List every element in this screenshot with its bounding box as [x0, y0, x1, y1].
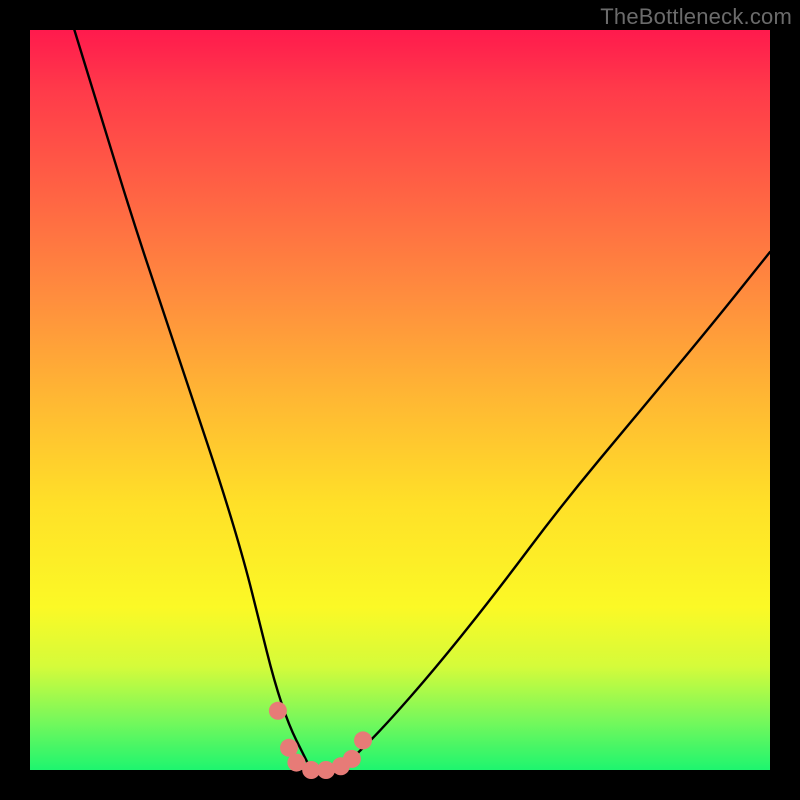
trough-marker [343, 750, 361, 768]
trough-marker [354, 731, 372, 749]
plot-area [30, 30, 770, 770]
curve-svg [30, 30, 770, 770]
trough-marker-group [269, 702, 372, 779]
bottleneck-curve-path [74, 30, 770, 770]
watermark-text: TheBottleneck.com [600, 4, 792, 30]
trough-marker [269, 702, 287, 720]
chart-stage: TheBottleneck.com [0, 0, 800, 800]
